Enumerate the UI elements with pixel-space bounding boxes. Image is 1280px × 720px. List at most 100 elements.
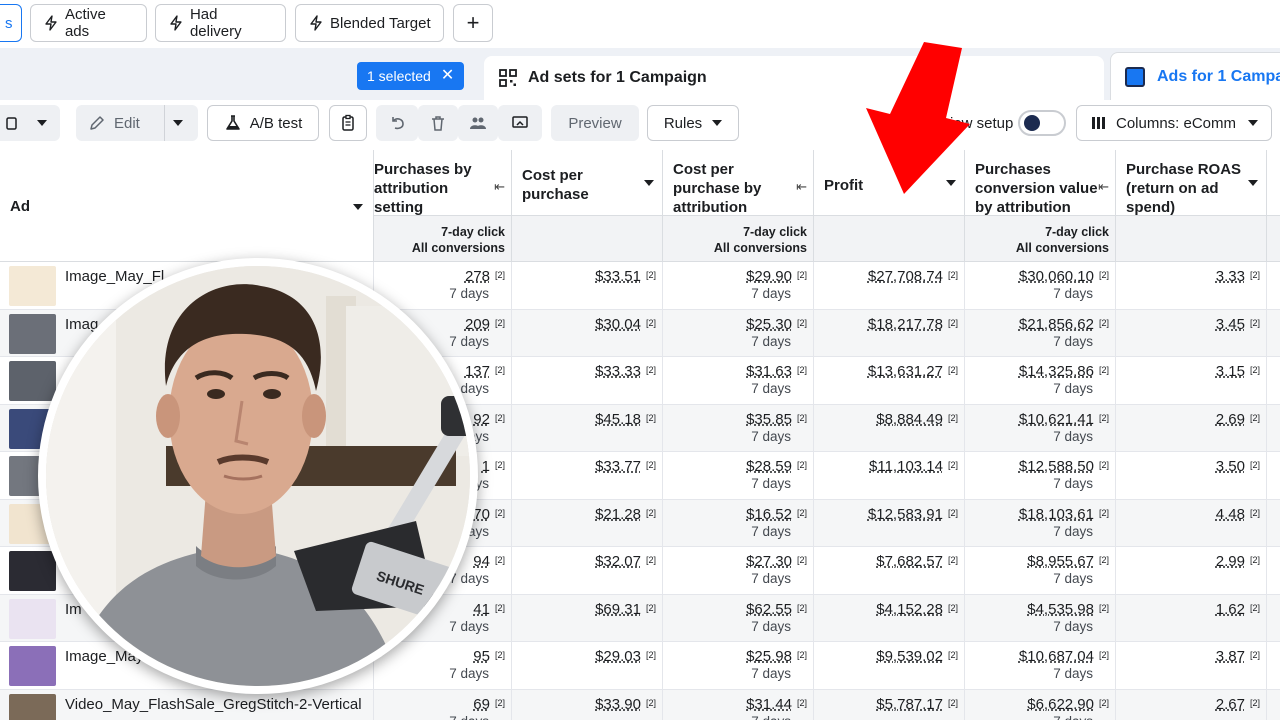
metric-value[interactable]: $33.77 [2] bbox=[512, 458, 656, 475]
metric-value[interactable]: 2.67 [2] bbox=[1116, 696, 1260, 713]
metric-value[interactable]: $45.18 [2] bbox=[512, 411, 656, 428]
metric-value[interactable]: 3.87 [2] bbox=[1116, 648, 1260, 665]
metric-value[interactable]: $27,708.74 [2] bbox=[814, 268, 958, 285]
metric-value[interactable]: $7,682.57 [2] bbox=[814, 553, 958, 570]
audience-button[interactable] bbox=[458, 105, 498, 141]
column-header-conversion-value[interactable]: Purchases conversion value by attributio… bbox=[965, 150, 1116, 216]
metric-value[interactable]: $18,103.61 [2] bbox=[965, 506, 1109, 523]
metric-value[interactable]: $27.30 [2] bbox=[663, 553, 807, 570]
metric-value[interactable]: $9,539.02 [2] bbox=[814, 648, 958, 665]
metric-value[interactable]: $4,535.98 [2] bbox=[965, 601, 1109, 618]
metric-value[interactable]: $31.63 [2] bbox=[663, 363, 807, 380]
metric-value[interactable]: 3.33 [2] bbox=[1116, 268, 1260, 285]
metric-value[interactable]: $69.31 [2] bbox=[512, 601, 656, 618]
metric-value[interactable]: 4.48 [2] bbox=[1116, 506, 1260, 523]
metric-value[interactable]: $13,631.27 [2] bbox=[814, 363, 958, 380]
footnote-marker: [2] bbox=[1249, 650, 1260, 660]
table-row[interactable]: Video_May_FlashSale_GregStitch-2-Vertica… bbox=[0, 689, 1280, 720]
pin-icon[interactable]: ⇤ bbox=[1098, 177, 1109, 196]
sort-icon[interactable] bbox=[353, 204, 363, 210]
metric-value[interactable]: 3.50 [2] bbox=[1116, 458, 1260, 475]
ad-name[interactable]: Image_May_Fl bbox=[65, 268, 164, 285]
metric-value[interactable]: 2.69 [2] bbox=[1116, 411, 1260, 428]
ad-thumbnail[interactable] bbox=[9, 313, 56, 354]
metric-value[interactable]: $33.51 [2] bbox=[512, 268, 656, 285]
metric-value[interactable]: 1.62 [2] bbox=[1116, 601, 1260, 618]
metric-value[interactable]: $29.90 [2] bbox=[663, 268, 807, 285]
metric-value[interactable]: 278 [2] bbox=[374, 268, 505, 285]
metric-value[interactable]: $18,217.78 [2] bbox=[814, 316, 958, 333]
column-header-cost-per-purchase[interactable]: Cost per purchase bbox=[512, 150, 663, 216]
ad-name[interactable]: Video_May_FlashSale_GregStitch-2-Vertica… bbox=[65, 696, 362, 713]
metric-value[interactable]: 69 [2] bbox=[374, 696, 505, 713]
column-header-more[interactable] bbox=[1267, 150, 1280, 216]
sort-icon[interactable] bbox=[1248, 180, 1258, 186]
sort-icon[interactable] bbox=[644, 180, 654, 186]
ab-test-button[interactable]: A/B test bbox=[207, 105, 319, 141]
clipboard-button[interactable] bbox=[329, 105, 367, 141]
metric-value[interactable]: $33.33 [2] bbox=[512, 363, 656, 380]
pin-icon[interactable]: ⇤ bbox=[796, 177, 807, 196]
metric-value[interactable]: $12,583.91 [2] bbox=[814, 506, 958, 523]
filter-chip-blended-target[interactable]: Blended Target bbox=[295, 4, 444, 42]
filter-chip-had-delivery[interactable]: Had delivery bbox=[155, 4, 286, 42]
metric-value[interactable]: $21.28 [2] bbox=[512, 506, 656, 523]
column-header-cost-per-purchase-attr[interactable]: Cost per purchase by attribution setting… bbox=[663, 150, 814, 216]
ad-thumbnail[interactable] bbox=[9, 361, 56, 401]
filter-chip-partial[interactable]: s bbox=[0, 4, 22, 42]
ad-thumbnail[interactable] bbox=[9, 551, 56, 591]
metric-value[interactable]: $10,621.41 [2] bbox=[965, 411, 1109, 428]
metric-value[interactable]: $10,687.04 [2] bbox=[965, 648, 1109, 665]
metric-value[interactable]: $32.07 [2] bbox=[512, 553, 656, 570]
metric-value[interactable]: $8,884.49 [2] bbox=[814, 411, 958, 428]
column-header-purchases[interactable]: Purchases by attribution setting ⇤ bbox=[374, 150, 512, 216]
metric-value[interactable]: $6,622.90 [2] bbox=[965, 696, 1109, 713]
share-button[interactable] bbox=[498, 105, 542, 141]
columns-button[interactable]: Columns: eComm bbox=[1076, 105, 1272, 141]
selected-badge[interactable]: 1 selected ✕ bbox=[357, 62, 465, 90]
ad-thumbnail[interactable] bbox=[9, 598, 56, 639]
metric-value[interactable]: $12,588.50 [2] bbox=[965, 458, 1109, 475]
metric-value[interactable]: $62.55 [2] bbox=[663, 601, 807, 618]
tab-ads[interactable]: Ads for 1 Campa bbox=[1110, 52, 1280, 100]
metric-value[interactable]: $25.98 [2] bbox=[663, 648, 807, 665]
edit-button[interactable]: Edit bbox=[76, 105, 198, 141]
rules-button[interactable]: Rules bbox=[647, 105, 739, 141]
metric-value[interactable]: $35.85 [2] bbox=[663, 411, 807, 428]
filter-chip-active-ads[interactable]: Active ads bbox=[30, 4, 147, 42]
ad-thumbnail[interactable] bbox=[9, 646, 56, 686]
metric-value[interactable]: $5,787.17 [2] bbox=[814, 696, 958, 713]
column-header-ad[interactable]: Ad bbox=[0, 150, 374, 262]
metric-value-text: $18,103.61 bbox=[1018, 505, 1094, 523]
preview-button[interactable]: Preview bbox=[551, 105, 639, 141]
metric-value[interactable]: 2.99 [2] bbox=[1116, 553, 1260, 570]
metric-value[interactable]: $8,955.67 [2] bbox=[965, 553, 1109, 570]
metric-value[interactable]: $11,103.14 [2] bbox=[814, 458, 958, 475]
close-icon[interactable]: ✕ bbox=[441, 68, 454, 84]
delete-button[interactable] bbox=[418, 105, 458, 141]
column-header-roas[interactable]: Purchase ROAS (return on ad spend) bbox=[1116, 150, 1267, 216]
undo-button[interactable] bbox=[376, 105, 418, 141]
metric-value[interactable]: $29.03 [2] bbox=[512, 648, 656, 665]
pin-icon[interactable]: ⇤ bbox=[494, 177, 505, 196]
metric-value[interactable]: $16.52 [2] bbox=[663, 506, 807, 523]
ad-thumbnail[interactable] bbox=[9, 266, 56, 306]
metric-value[interactable]: $31.44 [2] bbox=[663, 696, 807, 713]
metric-value[interactable]: $25.30 [2] bbox=[663, 316, 807, 333]
metric-value[interactable]: $14,325.86 [2] bbox=[965, 363, 1109, 380]
metric-value[interactable]: 3.45 [2] bbox=[1116, 316, 1260, 333]
metric-value[interactable]: $21,856.62 [2] bbox=[965, 316, 1109, 333]
metric-value[interactable]: 3.15 [2] bbox=[1116, 363, 1260, 380]
metric-value[interactable]: $28.59 [2] bbox=[663, 458, 807, 475]
metric-value[interactable]: 95 [2] bbox=[374, 648, 505, 665]
ad-thumbnail[interactable] bbox=[9, 693, 56, 720]
duplicate-button[interactable] bbox=[0, 105, 60, 141]
metric-value-text: $25.30 bbox=[746, 315, 792, 333]
tab-ad-sets[interactable]: Ad sets for 1 Campaign bbox=[484, 56, 1104, 100]
add-filter-button[interactable]: + bbox=[453, 4, 493, 42]
view-setup-toggle[interactable] bbox=[1018, 110, 1066, 136]
metric-value[interactable]: $30,060.10 [2] bbox=[965, 268, 1109, 285]
metric-value[interactable]: $4,152.28 [2] bbox=[814, 601, 958, 618]
metric-value[interactable]: $30.04 [2] bbox=[512, 316, 656, 333]
metric-value[interactable]: $33.90 [2] bbox=[512, 696, 656, 713]
